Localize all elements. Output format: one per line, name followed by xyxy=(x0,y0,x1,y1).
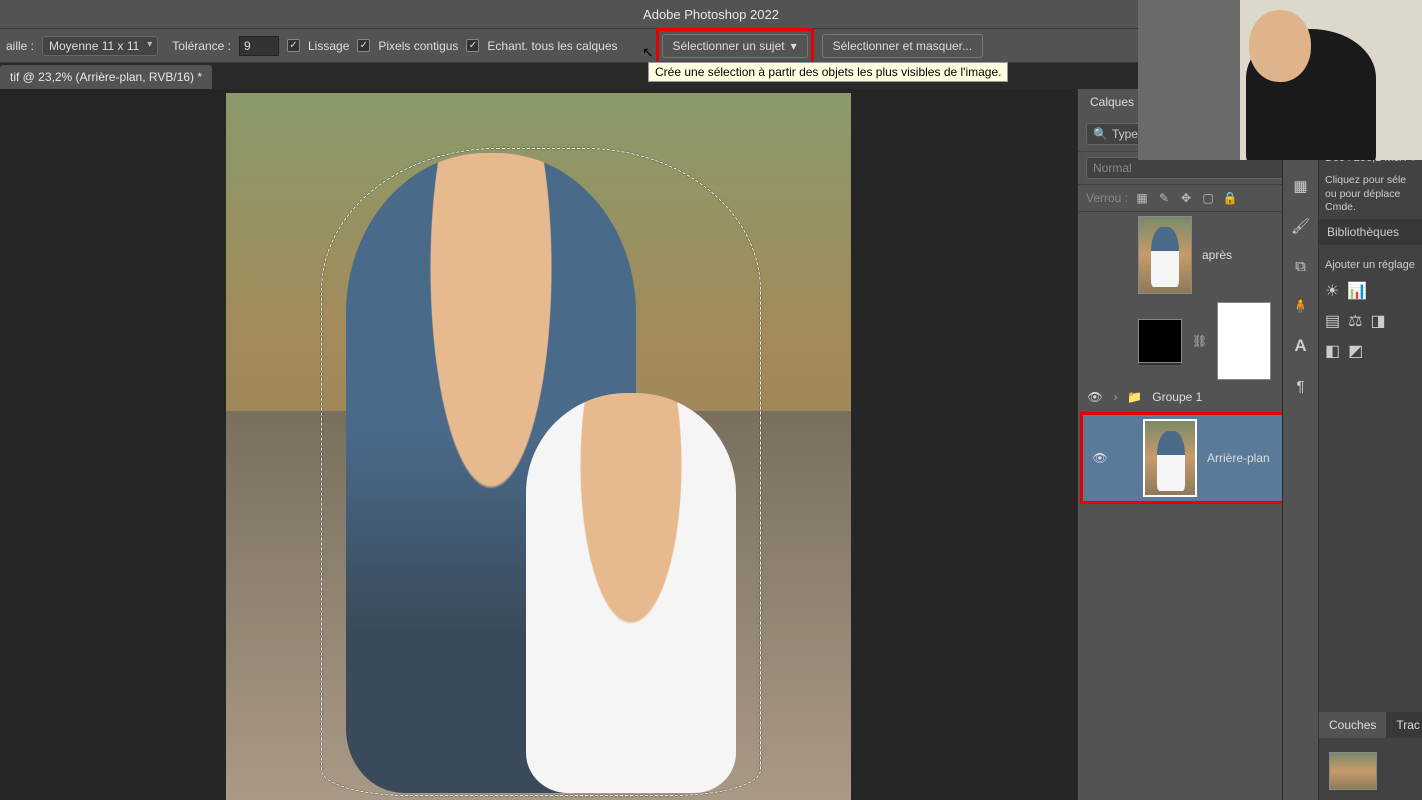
lock-all-icon[interactable]: 🔒 xyxy=(1222,190,1238,206)
info-column: ✛ 8 bits ✛ X : Y : Doc : 256,1 Mo/74 Cli… xyxy=(1319,89,1422,800)
tab-channels[interactable]: Couches xyxy=(1319,712,1386,738)
sample-size-select[interactable]: Moyenne 11 x 11 xyxy=(42,36,158,56)
paragraph-icon[interactable]: ¶ xyxy=(1290,375,1312,397)
link-icon[interactable]: ⛓ xyxy=(1192,334,1207,348)
adjustment-icons-row2: ▤ ⚖ ◨ xyxy=(1325,311,1416,331)
tolerance-input[interactable] xyxy=(239,36,279,56)
lock-label: Verrou : xyxy=(1086,191,1128,205)
select-subject-button[interactable]: Sélectionner un sujet ▾ xyxy=(662,34,808,58)
contiguous-checkbox[interactable] xyxy=(357,39,370,52)
lock-artboard-icon[interactable]: ▢ xyxy=(1200,190,1216,206)
layer-name[interactable]: Groupe 1 xyxy=(1152,390,1202,404)
lock-brush-icon[interactable]: ✎ xyxy=(1156,190,1172,206)
person-icon[interactable]: 🧍 xyxy=(1290,295,1312,317)
clone-icon[interactable]: ⧉ xyxy=(1290,255,1312,277)
contiguous-label: Pixels contigus xyxy=(378,39,458,53)
bottom-tabs: Couches Trac xyxy=(1319,712,1422,738)
tab-paths[interactable]: Trac xyxy=(1386,712,1422,738)
chevron-down-icon: ▾ xyxy=(791,39,797,53)
brightness-icon[interactable]: ☀ xyxy=(1325,281,1339,301)
search-icon: 🔍 xyxy=(1093,127,1108,141)
icon-strip-left: 🎨 ▦ 🖌 ⧉ 🧍 A ¶ xyxy=(1283,89,1319,800)
webcam-overlay xyxy=(1138,0,1422,160)
add-adjustment-label: Ajouter un réglage xyxy=(1325,259,1416,271)
presenter-head xyxy=(1249,10,1311,82)
lock-position-icon[interactable]: ✥ xyxy=(1178,190,1194,206)
canvas-area[interactable] xyxy=(0,89,1077,800)
layer-name[interactable]: après xyxy=(1202,248,1232,262)
anti-alias-checkbox[interactable] xyxy=(287,39,300,52)
folder-icon: 📁 xyxy=(1127,390,1142,404)
app-title: Adobe Photoshop 2022 xyxy=(643,7,779,22)
hue-icon[interactable]: ▤ xyxy=(1325,311,1340,331)
photo-filter-icon[interactable]: ◨ xyxy=(1370,311,1385,331)
select-and-mask-button[interactable]: Sélectionner et masquer... xyxy=(822,34,983,58)
grid-icon[interactable]: ▦ xyxy=(1290,175,1312,197)
channel-thumbnail[interactable] xyxy=(1329,752,1377,790)
character-icon[interactable]: A xyxy=(1290,335,1312,357)
main-area: Calques 🔍 Type ▣ ◐ T Normal Opac Verrou … xyxy=(0,89,1422,800)
disclosure-icon[interactable]: › xyxy=(1114,392,1117,403)
sample-all-checkbox[interactable] xyxy=(466,39,479,52)
visibility-toggle[interactable]: 👁 xyxy=(1091,451,1109,465)
sample-all-label: Echant. tous les calques xyxy=(487,39,617,53)
tooltip: Crée une sélection à partir des objets l… xyxy=(648,62,1008,82)
layer-thumbnail[interactable] xyxy=(1143,419,1197,497)
document-tab[interactable]: tif @ 23,2% (Arrière-plan, RVB/16) * xyxy=(0,65,212,89)
layer-name[interactable]: Arrière-plan xyxy=(1207,451,1270,465)
adjustment-icons: ☀ 📊 xyxy=(1325,281,1416,301)
layer-thumbnail[interactable] xyxy=(1138,216,1192,294)
invert-icon[interactable]: ◧ xyxy=(1325,341,1340,361)
tab-layers[interactable]: Calques xyxy=(1078,89,1146,117)
canvas[interactable] xyxy=(226,93,851,800)
adjustment-icons-row3: ◧ ◩ xyxy=(1325,341,1416,361)
bibliotheques-header[interactable]: Bibliothèques xyxy=(1319,219,1422,245)
visibility-toggle[interactable]: 👁 xyxy=(1086,390,1104,404)
brush-icon[interactable]: 🖌 xyxy=(1290,215,1312,237)
sample-size-label: aille : xyxy=(6,39,34,53)
info-sidebar: 🎨 ▦ 🖌 ⧉ 🧍 A ¶ ✛ 8 bits ✛ X : Y : Doc : 2… xyxy=(1282,89,1422,800)
layer-thumbnail[interactable] xyxy=(1138,319,1182,363)
anti-alias-label: Lissage xyxy=(308,39,349,53)
levels-icon[interactable]: 📊 xyxy=(1347,281,1367,301)
tolerance-label: Tolérance : xyxy=(172,39,231,53)
lock-pixels-icon[interactable]: ▦ xyxy=(1134,190,1150,206)
select-subject-highlight: Sélectionner un sujet ▾ xyxy=(656,28,814,64)
selection-marquee xyxy=(321,148,761,796)
hint-text: Cliquez pour séle ou pour déplace Cmde. xyxy=(1325,174,1416,215)
threshold-icon[interactable]: ◩ xyxy=(1348,341,1363,361)
layer-mask-thumbnail[interactable] xyxy=(1217,302,1271,380)
balance-icon[interactable]: ⚖ xyxy=(1348,311,1362,331)
